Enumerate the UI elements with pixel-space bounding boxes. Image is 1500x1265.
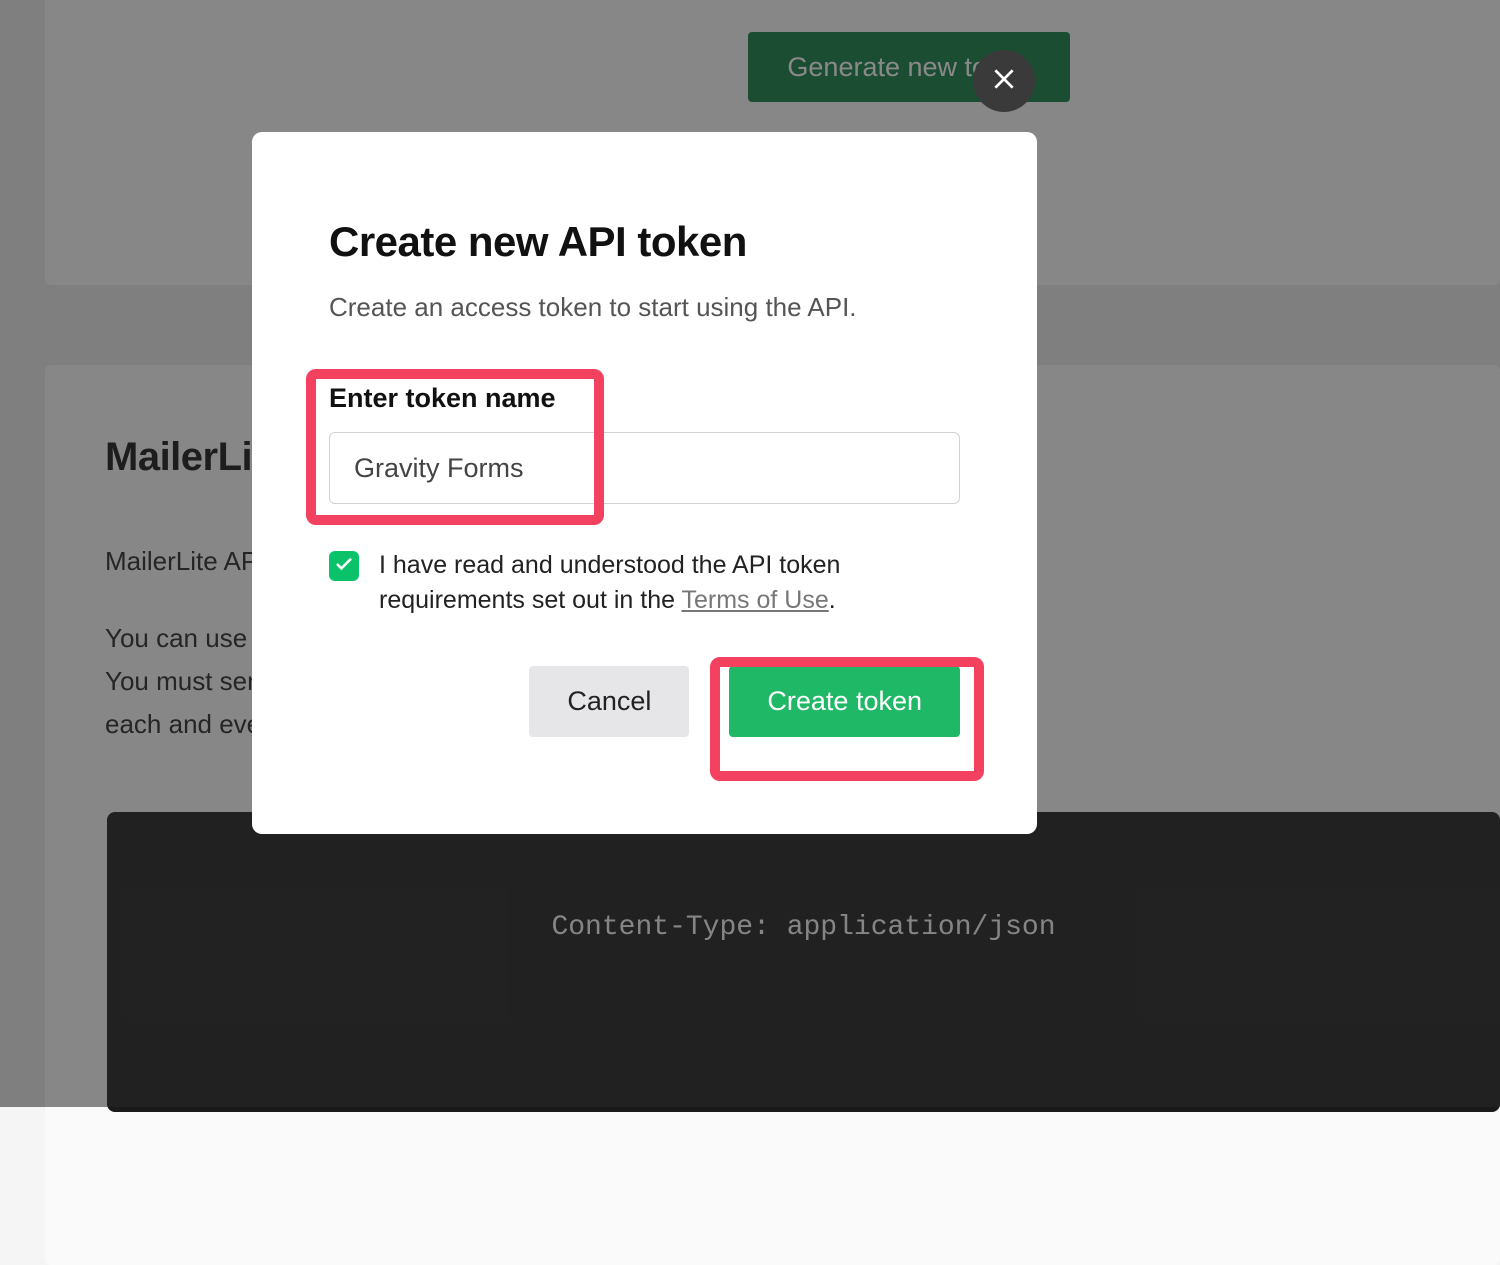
create-token-button[interactable]: Create token	[729, 666, 960, 737]
check-icon	[335, 557, 353, 576]
close-icon	[991, 66, 1017, 97]
consent-text: I have read and understood the API token…	[379, 548, 960, 618]
token-name-input[interactable]	[329, 432, 960, 504]
consent-checkbox[interactable]	[329, 551, 359, 581]
close-button[interactable]	[973, 50, 1035, 112]
consent-row: I have read and understood the API token…	[329, 548, 960, 618]
token-name-label: Enter token name	[329, 383, 960, 414]
terms-of-use-link[interactable]: Terms of Use	[682, 586, 829, 614]
modal-actions: Cancel Create token	[329, 666, 960, 737]
create-token-modal: Create new API token Create an access to…	[252, 132, 1037, 834]
modal-subtitle: Create an access token to start using th…	[329, 292, 960, 323]
cancel-button[interactable]: Cancel	[529, 666, 689, 737]
modal-title: Create new API token	[329, 218, 960, 266]
